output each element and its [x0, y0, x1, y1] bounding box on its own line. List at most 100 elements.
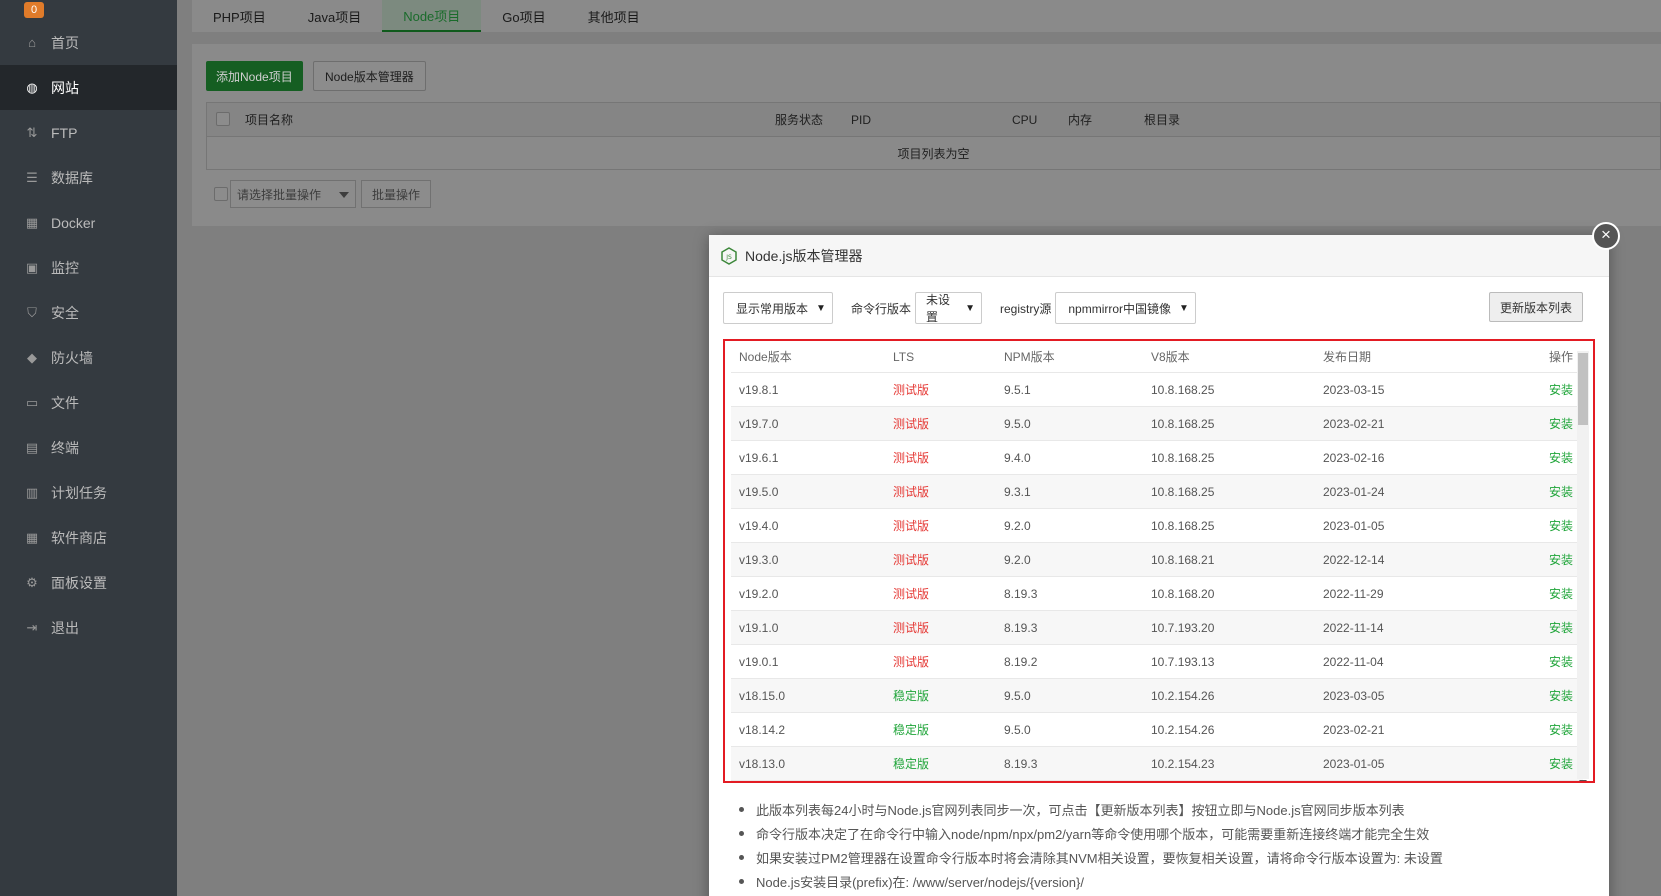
sidebar-item-8[interactable]: ▭ 文件 — [0, 380, 177, 425]
install-link[interactable]: 安装 — [1549, 517, 1573, 534]
install-link[interactable]: 安装 — [1549, 381, 1573, 398]
lts-cell: 测试版 — [893, 417, 930, 431]
monitor-icon: ▣ — [25, 259, 39, 275]
scrollbar-thumb[interactable] — [1578, 353, 1588, 425]
sidebar-item-2[interactable]: ⇅ FTP — [0, 110, 177, 155]
sidebar-item-label: 数据库 — [51, 169, 93, 186]
table-row: v19.1.0 测试版 8.19.3 10.7.193.20 2022-11-14 安装 — [731, 611, 1583, 645]
table-row: v19.5.0 测试版 9.3.1 10.8.168.25 2023-01-24 安装 — [731, 475, 1583, 509]
sidebar-item-4[interactable]: ▦ Docker — [0, 200, 177, 245]
install-link[interactable]: 安装 — [1549, 619, 1573, 636]
batch-bar: 请选择批量操作 批量操作 — [206, 180, 432, 208]
release-date-cell: 2023-01-24 — [1323, 484, 1385, 499]
cli-version-select[interactable]: 未设置 ▼ — [915, 292, 983, 324]
update-version-list-button[interactable]: 更新版本列表 — [1488, 292, 1583, 322]
empty-message: 项目列表为空 — [897, 146, 970, 161]
sidebar-item-9[interactable]: ▤ 终端 — [0, 425, 177, 470]
node-version-manager-button[interactable]: Node版本管理器 — [313, 61, 426, 91]
sidebar-item-label: Docker — [51, 214, 96, 231]
add-node-project-button[interactable]: 添加Node项目 — [206, 61, 303, 91]
tab-3[interactable]: Go项目 — [481, 0, 566, 32]
install-link[interactable]: 安装 — [1549, 483, 1573, 500]
sidebar-item-13[interactable]: ⇥ 退出 — [0, 605, 177, 650]
install-link[interactable]: 安装 — [1549, 449, 1573, 466]
npm-version-cell: 9.3.1 — [1004, 484, 1031, 499]
sidebar-item-label: 退出 — [51, 619, 79, 636]
sidebar-item-0[interactable]: ⌂ 首页 — [0, 20, 177, 65]
table-row: v18.13.0 稳定版 8.19.3 10.2.154.23 2023-01-05 安装 — [731, 747, 1583, 781]
release-date-cell: 2022-12-14 — [1323, 552, 1385, 567]
batch-action-button[interactable]: 批量操作 — [361, 180, 432, 208]
firewall-icon: ◆ — [27, 349, 37, 365]
batch-checkbox[interactable] — [214, 187, 228, 201]
col-npm-version: NPM版本 — [1004, 350, 1055, 364]
npm-version-cell: 9.5.1 — [1004, 382, 1031, 397]
node-version-cell: v18.14.2 — [739, 722, 786, 737]
sidebar-item-label: FTP — [51, 124, 78, 141]
dialog-title: Node.js版本管理器 — [745, 247, 863, 264]
sidebar-item-1[interactable]: ◍ 网站 — [0, 65, 177, 110]
brand: 0 — [0, 0, 177, 20]
table-row: v18.15.0 稳定版 9.5.0 10.2.154.26 2023-03-05 安装 — [731, 679, 1583, 713]
install-link[interactable]: 安装 — [1549, 721, 1573, 738]
close-icon[interactable]: × — [1592, 222, 1620, 250]
chevron-down-icon: ▼ — [1179, 302, 1189, 314]
npm-version-cell: 8.19.3 — [1004, 756, 1038, 771]
sidebar-item-6[interactable]: ⛉ 安全 — [0, 290, 177, 335]
install-link[interactable]: 安装 — [1549, 653, 1573, 670]
registry-select[interactable]: npmmirror中国镜像 ▼ — [1055, 292, 1197, 324]
svg-text:JS: JS — [725, 254, 732, 261]
folder-icon: ▭ — [25, 394, 39, 410]
batch-select-placeholder: 请选择批量操作 — [237, 187, 322, 202]
sidebar-item-7[interactable]: ◆ 防火墙 — [0, 335, 177, 380]
tab-1[interactable]: Java项目 — [287, 0, 382, 32]
node-version-manager-dialog: JS Node.js版本管理器 显示常用版本 ▼ 命令行版本 未设置 ▼ reg… — [709, 235, 1609, 896]
version-filter-select[interactable]: 显示常用版本 ▼ — [723, 292, 833, 324]
sidebar-item-5[interactable]: ▣ 监控 — [0, 245, 177, 290]
batch-select[interactable]: 请选择批量操作 — [230, 180, 356, 208]
project-tabs: PHP项目 Java项目 Node项目 Go项目 其他项目 — [192, 0, 1661, 32]
tab-0[interactable]: PHP项目 — [192, 0, 287, 32]
install-link[interactable]: 安装 — [1549, 755, 1573, 772]
version-list-scrollbar[interactable] — [1577, 351, 1589, 781]
sidebar-item-3[interactable]: ☰ 数据库 — [0, 155, 177, 200]
sidebar-item-label: 软件商店 — [51, 529, 107, 546]
sidebar-item-label: 终端 — [51, 439, 79, 456]
v8-version-cell: 10.2.154.26 — [1151, 688, 1215, 703]
install-link[interactable]: 安装 — [1549, 585, 1573, 602]
sidebar-item-label: 监控 — [51, 259, 79, 276]
release-date-cell: 2022-11-04 — [1323, 654, 1384, 669]
brand-badge: 0 — [24, 2, 44, 18]
npm-version-cell: 9.2.0 — [1004, 552, 1031, 567]
col-lts: LTS — [893, 349, 915, 364]
docker-icon: ▦ — [25, 214, 39, 230]
node-version-cell: v19.2.0 — [739, 586, 779, 601]
install-link[interactable]: 安装 — [1549, 415, 1573, 432]
npm-version-cell: 8.19.2 — [1004, 654, 1038, 669]
project-table: 项目名称 服务状态 PID CPU 内存 根目录 项目列表为空 — [206, 102, 1661, 170]
select-all-checkbox[interactable] — [216, 112, 230, 126]
npm-version-cell: 9.5.0 — [1004, 722, 1031, 737]
node-version-cell: v19.6.1 — [739, 450, 779, 465]
version-list-highlight: Node版本 LTS NPM版本 V8版本 发布日期 操作 v19.8.1 测试版… — [723, 339, 1595, 783]
table-row: v19.2.0 测试版 8.19.3 10.8.168.20 2022-11-29 安装 — [731, 577, 1583, 611]
v8-version-cell: 10.8.168.25 — [1151, 382, 1215, 397]
scroll-down-arrow-icon[interactable] — [1579, 780, 1587, 781]
install-link[interactable]: 安装 — [1549, 687, 1573, 704]
logout-icon: ⇥ — [26, 619, 38, 635]
lts-cell: 测试版 — [893, 553, 930, 567]
v8-version-cell: 10.8.168.21 — [1151, 552, 1215, 567]
tab-4[interactable]: 其他项目 — [567, 0, 661, 32]
tab-2[interactable]: Node项目 — [382, 0, 482, 32]
sidebar-item-11[interactable]: ▦ 软件商店 — [0, 515, 177, 560]
sidebar: 0 ⌂ 首页 ◍ 网站 ⇅ FTP ☰ 数据库 ▦ Docker ▣ 监控 ⛉ 安全 ◆ 防火墙 ▭ 文件 ▤ 终端 ▥… — [0, 0, 177, 896]
col-project-name[interactable]: 项目名称 — [245, 111, 293, 128]
node-version-cell: v19.7.0 — [739, 416, 779, 431]
release-date-cell: 2022-11-29 — [1323, 586, 1384, 601]
sidebar-item-10[interactable]: ▥ 计划任务 — [0, 470, 177, 515]
dialog-header: JS Node.js版本管理器 — [709, 235, 1609, 277]
nodejs-icon: JS — [721, 246, 737, 265]
sidebar-item-12[interactable]: ⚙ 面板设置 — [0, 560, 177, 605]
home-icon: ⌂ — [28, 35, 36, 50]
install-link[interactable]: 安装 — [1549, 551, 1573, 568]
